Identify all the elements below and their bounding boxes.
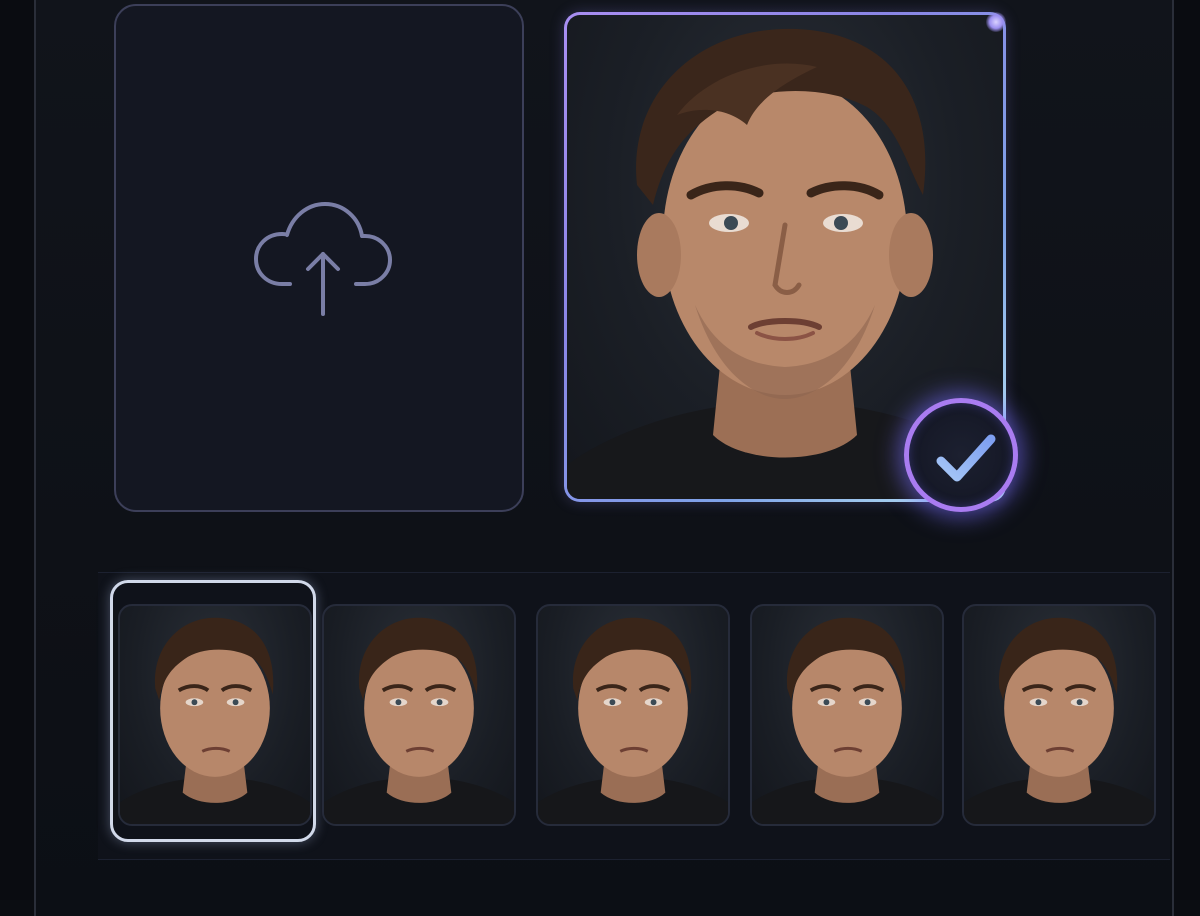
portrait-thumbnail bbox=[964, 617, 1154, 824]
portrait-thumbnail bbox=[324, 617, 514, 824]
thumbnail-5[interactable] bbox=[962, 604, 1156, 826]
selected-check-button[interactable] bbox=[904, 398, 1018, 512]
portrait-thumbnail bbox=[120, 617, 310, 824]
sparkle-icon bbox=[986, 12, 1006, 32]
thumbnail-4[interactable] bbox=[750, 604, 944, 826]
thumbnail-3[interactable] bbox=[536, 604, 730, 826]
portrait-thumbnail bbox=[752, 617, 942, 824]
thumbnail-2[interactable] bbox=[322, 604, 516, 826]
portrait-thumbnail bbox=[538, 617, 728, 824]
thumbnail-1[interactable] bbox=[118, 604, 312, 826]
checkmark-icon bbox=[936, 434, 996, 482]
cloud-upload-icon bbox=[254, 202, 392, 316]
